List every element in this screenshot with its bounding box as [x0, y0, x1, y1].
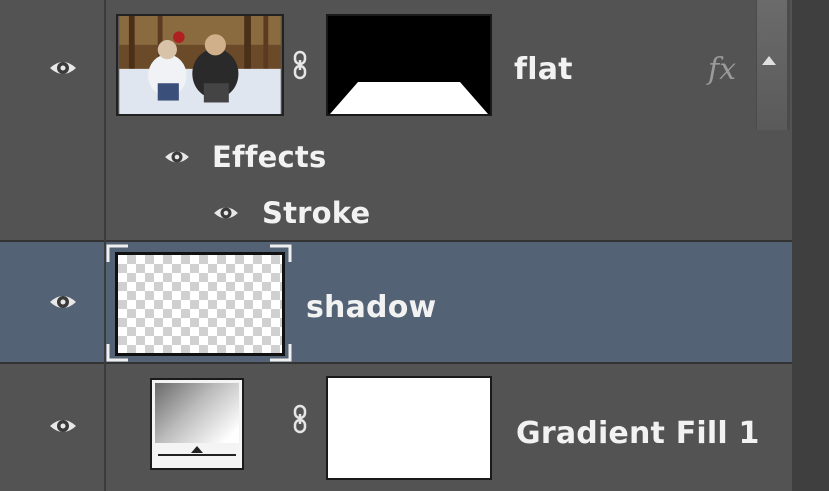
layers-panel: flat fx Effects Stroke shadow Gradient F…	[0, 0, 829, 491]
eye-icon[interactable]	[48, 414, 78, 438]
gradient-baseline	[158, 454, 236, 456]
scrollbar-track[interactable]	[792, 0, 829, 491]
visibility-column-divider	[104, 0, 106, 491]
layer-row-shadow[interactable]: shadow	[0, 242, 792, 362]
triangle-up-icon[interactable]	[762, 56, 776, 65]
eye-icon[interactable]	[48, 56, 78, 80]
eye-icon[interactable]	[212, 202, 240, 224]
layer-name[interactable]: Gradient Fill 1	[516, 416, 760, 451]
layer-row-gradient-fill[interactable]: Gradient Fill 1	[0, 364, 792, 491]
chain-link-icon[interactable]	[292, 50, 308, 80]
chain-link-icon[interactable]	[292, 404, 308, 434]
stroke-effect-label[interactable]: Stroke	[262, 196, 370, 230]
scrollbar-thumb[interactable]	[757, 0, 787, 130]
effects-label[interactable]: Effects	[212, 140, 326, 174]
layer-thumbnail-photo	[116, 14, 284, 116]
gradient-stop-marker	[191, 446, 203, 453]
layer-row-flat[interactable]: flat fx Effects Stroke	[0, 0, 792, 240]
selection-brackets	[106, 244, 292, 362]
eye-icon[interactable]	[163, 146, 191, 168]
fx-icon[interactable]: fx	[708, 52, 736, 87]
eye-icon[interactable]	[48, 290, 78, 314]
layer-name[interactable]: shadow	[306, 290, 436, 325]
gradient-swatch	[155, 383, 239, 443]
layer-mask-thumbnail[interactable]	[326, 14, 492, 116]
layer-mask-thumbnail[interactable]	[326, 376, 492, 480]
gradient-fill-thumbnail[interactable]	[150, 378, 244, 470]
layer-name[interactable]: flat	[514, 52, 573, 87]
